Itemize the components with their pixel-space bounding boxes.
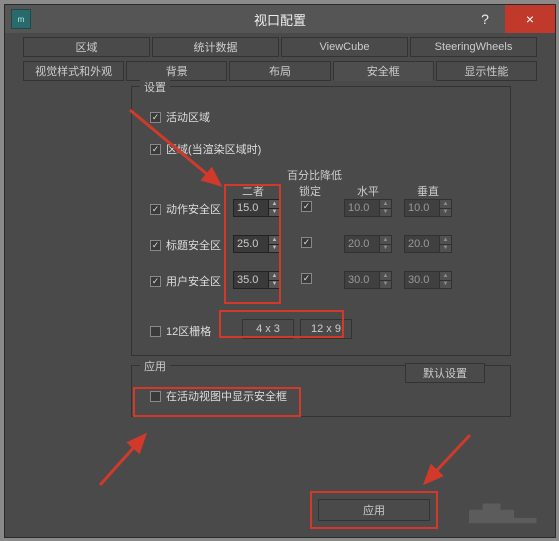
- checkbox-icon: ✓: [301, 201, 312, 212]
- apply-group: 应用 在活动视图中显示安全框 默认设置: [131, 365, 511, 417]
- chevron-down-icon[interactable]: ▼: [379, 280, 391, 289]
- check-region-when-rendering[interactable]: ✓ 区域(当渲染区域时): [150, 141, 261, 157]
- chevron-up-icon[interactable]: ▲: [379, 236, 391, 244]
- chevron-up-icon[interactable]: ▲: [379, 272, 391, 280]
- checkbox-icon: ✓: [150, 276, 161, 287]
- spinner-input[interactable]: [345, 272, 379, 288]
- spinner-input[interactable]: [405, 236, 439, 252]
- chevron-down-icon[interactable]: ▼: [439, 208, 451, 217]
- app-icon: m: [11, 9, 31, 29]
- spinner-title-h[interactable]: ▲▼: [344, 235, 392, 253]
- spinner-input[interactable]: [405, 272, 439, 288]
- check-action-safe[interactable]: ✓ 动作安全区: [150, 201, 221, 217]
- apply-group-title: 应用: [140, 358, 170, 374]
- chevron-up-icon[interactable]: ▲: [268, 236, 280, 244]
- percent-reduce-title: 百分比降低: [287, 167, 342, 183]
- check-label: 标题安全区: [166, 237, 221, 253]
- spinner-input[interactable]: [234, 236, 268, 252]
- titlebar: m 视口配置 ? ×: [5, 5, 555, 33]
- check-action-lock[interactable]: ✓: [301, 201, 312, 212]
- check-show-safe-in-active[interactable]: 在活动视图中显示安全框: [150, 388, 287, 404]
- help-button[interactable]: ?: [465, 5, 505, 33]
- chevron-down-icon[interactable]: ▼: [439, 244, 451, 253]
- btn-12x9[interactable]: 12 x 9: [300, 319, 352, 339]
- spinner-user-h[interactable]: ▲▼: [344, 271, 392, 289]
- chevron-down-icon[interactable]: ▼: [379, 208, 391, 217]
- spinner-title-v[interactable]: ▲▼: [404, 235, 452, 253]
- checkbox-icon: [150, 391, 161, 402]
- check-title-safe[interactable]: ✓ 标题安全区: [150, 237, 221, 253]
- tab-steeringwheels[interactable]: SteeringWheels: [410, 37, 537, 57]
- col-both: 二者: [242, 183, 264, 199]
- check-title-lock[interactable]: ✓: [301, 237, 312, 248]
- check-active-region[interactable]: ✓ 活动区域: [150, 109, 210, 125]
- tab-viewcube[interactable]: ViewCube: [281, 37, 408, 57]
- check-label: 用户安全区: [166, 273, 221, 289]
- spinner-action-v[interactable]: ▲▼: [404, 199, 452, 217]
- col-vertical: 垂直: [417, 183, 439, 199]
- checkbox-icon: ✓: [150, 204, 161, 215]
- col-lock: 锁定: [299, 183, 321, 199]
- tabs-row-1: 区域 统计数据 ViewCube SteeringWheels: [5, 33, 555, 57]
- watermark: [451, 487, 541, 529]
- spinner-input[interactable]: [234, 272, 268, 288]
- spinner-input[interactable]: [345, 236, 379, 252]
- tabs-row-2: 视觉样式和外观 背景 布局 安全框 显示性能: [5, 57, 555, 81]
- tab-background[interactable]: 背景: [126, 61, 227, 81]
- tab-visual-style[interactable]: 视觉样式和外观: [23, 61, 124, 81]
- chevron-up-icon[interactable]: ▲: [268, 272, 280, 280]
- spinner-input[interactable]: [405, 200, 439, 216]
- spinner-title-both[interactable]: ▲▼: [233, 235, 281, 253]
- chevron-down-icon[interactable]: ▼: [439, 280, 451, 289]
- chevron-up-icon[interactable]: ▲: [379, 200, 391, 208]
- check-label: 区域(当渲染区域时): [166, 141, 261, 157]
- spinner-user-both[interactable]: ▲▼: [233, 271, 281, 289]
- tab-display-performance[interactable]: 显示性能: [436, 61, 537, 81]
- check-label: 12区栅格: [166, 323, 211, 339]
- checkbox-icon: ✓: [150, 240, 161, 251]
- spinner-input[interactable]: [345, 200, 379, 216]
- checkbox-icon: ✓: [150, 112, 161, 123]
- window-title: 视口配置: [254, 10, 306, 29]
- chevron-down-icon[interactable]: ▼: [268, 280, 280, 289]
- check-label: 动作安全区: [166, 201, 221, 217]
- spinner-action-both[interactable]: ▲▼: [233, 199, 281, 217]
- chevron-up-icon[interactable]: ▲: [268, 200, 280, 208]
- tab-layout[interactable]: 布局: [229, 61, 330, 81]
- check-label: 在活动视图中显示安全框: [166, 388, 287, 404]
- checkbox-icon: [150, 326, 161, 337]
- check-label: 活动区域: [166, 109, 210, 125]
- close-button[interactable]: ×: [505, 5, 555, 33]
- spinner-action-h[interactable]: ▲▼: [344, 199, 392, 217]
- col-horizontal: 水平: [357, 183, 379, 199]
- check-user-lock[interactable]: ✓: [301, 273, 312, 284]
- chevron-down-icon[interactable]: ▼: [379, 244, 391, 253]
- checkbox-icon: ✓: [301, 273, 312, 284]
- btn-4x3[interactable]: 4 x 3: [242, 319, 294, 339]
- check-12-grid[interactable]: 12区栅格: [150, 323, 211, 339]
- chevron-up-icon[interactable]: ▲: [439, 200, 451, 208]
- checkbox-icon: ✓: [301, 237, 312, 248]
- btn-default-settings[interactable]: 默认设置: [405, 363, 485, 383]
- chevron-up-icon[interactable]: ▲: [439, 272, 451, 280]
- checkbox-icon: ✓: [150, 144, 161, 155]
- settings-group: 设置 ✓ 活动区域 ✓ 区域(当渲染区域时) 百分比降低 二者 锁定 水平 垂直…: [131, 86, 511, 356]
- tab-statistics[interactable]: 统计数据: [152, 37, 279, 57]
- spinner-input[interactable]: [234, 200, 268, 216]
- chevron-up-icon[interactable]: ▲: [439, 236, 451, 244]
- settings-group-title: 设置: [140, 79, 170, 95]
- chevron-down-icon[interactable]: ▼: [268, 244, 280, 253]
- spinner-user-v[interactable]: ▲▼: [404, 271, 452, 289]
- tab-region[interactable]: 区域: [23, 37, 150, 57]
- tab-safe-frame[interactable]: 安全框: [333, 61, 434, 81]
- check-user-safe[interactable]: ✓ 用户安全区: [150, 273, 221, 289]
- btn-apply[interactable]: 应用: [318, 499, 430, 521]
- chevron-down-icon[interactable]: ▼: [268, 208, 280, 217]
